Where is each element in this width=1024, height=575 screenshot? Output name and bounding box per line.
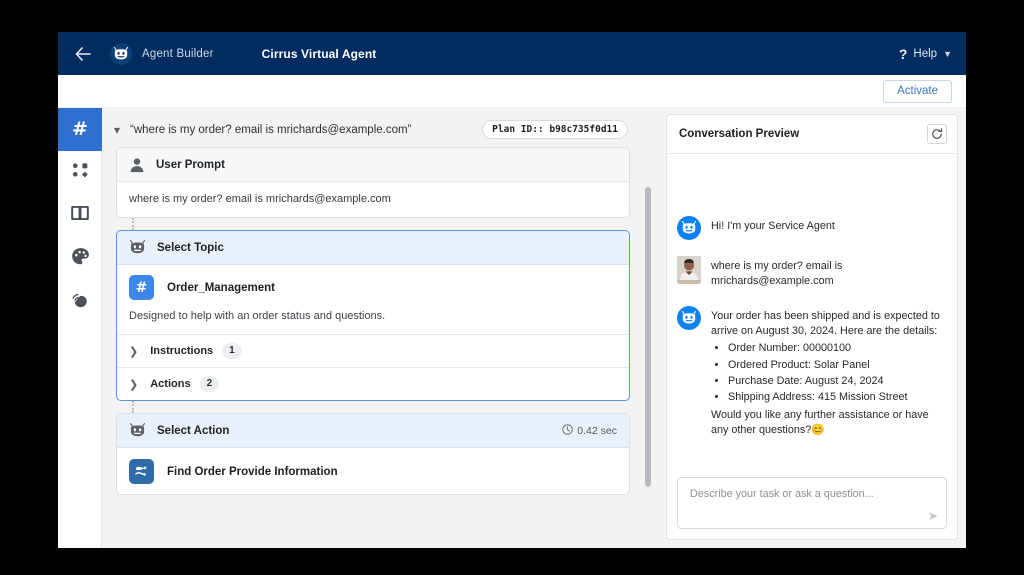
agent-bot-icon xyxy=(129,423,146,438)
chat-composer: ➤ xyxy=(667,469,957,539)
chat-message-list: Hi! I'm your Service Agent xyxy=(667,154,957,469)
app-body: # xyxy=(58,108,966,548)
agent-bot-logo-icon xyxy=(110,43,132,65)
flow-swap-icon xyxy=(129,459,154,484)
sidebar-item-components[interactable] xyxy=(58,151,102,194)
chat-message-user: where is my order? email is mrichards@ex… xyxy=(677,256,945,290)
list-item: Purchase Date: August 24, 2024 xyxy=(728,374,945,389)
topic-row[interactable]: # Order_Management xyxy=(117,265,629,302)
list-item: Order Number: 00000100 xyxy=(728,341,945,356)
chat-message-text: Hi! I'm your Service Agent xyxy=(711,216,835,240)
help-label: Help xyxy=(913,48,937,60)
step-connector xyxy=(132,401,134,413)
accordion-actions-label: Actions xyxy=(150,378,190,390)
top-navigation-bar: Agent Builder Cirrus Virtual Agent ? Hel… xyxy=(58,32,966,75)
chat-message-followup-text: Would you like any further assistance or… xyxy=(711,409,929,436)
plan-scrollbar-thumb[interactable] xyxy=(645,187,651,487)
select-action-card-header: Select Action 0.42 sec xyxy=(117,414,629,448)
chat-message-text: Your order has been shipped and is expec… xyxy=(711,310,940,337)
action-row[interactable]: Find Order Provide Information xyxy=(117,448,629,494)
book-icon xyxy=(70,204,90,227)
agent-name-title: Cirrus Virtual Agent xyxy=(262,47,377,61)
user-prompt-body: where is my order? email is mrichards@ex… xyxy=(117,182,629,217)
activate-button[interactable]: Activate xyxy=(883,80,952,103)
hash-icon: # xyxy=(72,120,88,139)
chat-message-text: where is my order? email is mrichards@ex… xyxy=(711,256,945,290)
chevron-right-icon: ❯ xyxy=(129,378,138,391)
select-topic-label: Select Topic xyxy=(157,242,617,254)
sidebar-item-knowledge[interactable] xyxy=(58,194,102,237)
topic-name: Order_Management xyxy=(167,282,275,294)
select-topic-card[interactable]: Select Topic # Order_Management Designed… xyxy=(116,230,630,401)
page-title: Conversation Preview xyxy=(679,128,927,140)
plan-step-list: User Prompt where is my order? email is … xyxy=(102,147,660,529)
chat-message-bot: Hi! I'm your Service Agent xyxy=(677,216,945,240)
agent-bot-icon xyxy=(129,240,146,255)
sidebar-item-theme[interactable] xyxy=(58,237,102,280)
sidebar-item-interactions[interactable] xyxy=(58,280,102,323)
accordion-actions[interactable]: ❯ Actions 2 xyxy=(117,367,629,400)
chat-message-rich-text: Your order has been shipped and is expec… xyxy=(711,306,945,439)
refresh-icon[interactable] xyxy=(927,124,947,144)
list-item: Ordered Product: Solar Panel xyxy=(728,358,945,373)
select-topic-card-header: Select Topic xyxy=(117,231,629,265)
plan-header: ▾ “where is my order? email is mrichards… xyxy=(102,108,660,147)
conversation-preview-container: Conversation Preview xyxy=(666,114,958,540)
question-mark-icon: ? xyxy=(899,46,908,62)
action-timing-value: 0.42 sec xyxy=(577,425,617,437)
conversation-preview-header: Conversation Preview xyxy=(667,115,957,154)
plan-panel: ▾ “where is my order? email is mrichards… xyxy=(102,108,660,548)
page-action-bar: Activate xyxy=(58,75,966,108)
chat-message-bot: Your order has been shipped and is expec… xyxy=(677,306,945,439)
user-prompt-card-header: User Prompt xyxy=(117,148,629,182)
chevron-right-icon: ❯ xyxy=(129,345,138,358)
accordion-instructions-count: 1 xyxy=(222,343,242,359)
user-prompt-card[interactable]: User Prompt where is my order? email is … xyxy=(116,147,630,218)
action-timing: 0.42 sec xyxy=(562,424,617,438)
user-prompt-label: User Prompt xyxy=(156,159,617,171)
chevron-down-icon[interactable]: ▾ xyxy=(114,124,120,136)
help-menu[interactable]: ? Help ▼ xyxy=(899,46,952,62)
plan-id-badge: Plan ID:: b98c735f0d11 xyxy=(482,120,628,139)
plan-scrollbar-track[interactable] xyxy=(645,153,651,523)
chat-message-bullet-list: Order Number: 00000100 Ordered Product: … xyxy=(711,341,945,405)
clock-icon xyxy=(562,424,573,438)
app-window: Agent Builder Cirrus Virtual Agent ? Hel… xyxy=(58,32,966,548)
hand-gesture-icon xyxy=(71,290,90,314)
user-photo-avatar xyxy=(677,256,701,290)
topic-description: Designed to help with an order status an… xyxy=(117,302,629,334)
chevron-down-icon: ▼ xyxy=(943,49,952,59)
plan-title: “where is my order? email is mrichards@e… xyxy=(130,124,482,136)
accordion-instructions[interactable]: ❯ Instructions 1 xyxy=(117,334,629,367)
select-action-card[interactable]: Select Action 0.42 sec xyxy=(116,413,630,495)
user-icon xyxy=(129,157,145,173)
user-prompt-text: where is my order? email is mrichards@ex… xyxy=(129,193,617,205)
chat-input[interactable] xyxy=(688,486,936,520)
step-connector xyxy=(132,218,134,230)
hash-icon: # xyxy=(129,275,154,300)
chat-composer-box[interactable]: ➤ xyxy=(677,477,947,529)
left-icon-rail: # xyxy=(58,108,102,548)
accordion-actions-count: 2 xyxy=(200,376,220,392)
select-action-label: Select Action xyxy=(157,425,562,437)
app-name-label[interactable]: Agent Builder xyxy=(142,48,214,60)
agent-bot-avatar-icon xyxy=(677,306,701,439)
conversation-preview-panel: Conversation Preview xyxy=(660,108,966,548)
sidebar-item-topics[interactable]: # xyxy=(58,108,102,151)
grid-dots-icon xyxy=(71,161,90,185)
back-arrow-icon[interactable] xyxy=(70,41,96,67)
palette-icon xyxy=(71,247,90,271)
list-item: Shipping Address: 415 Mission Street xyxy=(728,390,945,405)
send-icon[interactable]: ➤ xyxy=(928,509,938,523)
accordion-instructions-label: Instructions xyxy=(150,345,213,357)
action-name: Find Order Provide Information xyxy=(167,466,338,478)
agent-bot-avatar-icon xyxy=(677,216,701,240)
